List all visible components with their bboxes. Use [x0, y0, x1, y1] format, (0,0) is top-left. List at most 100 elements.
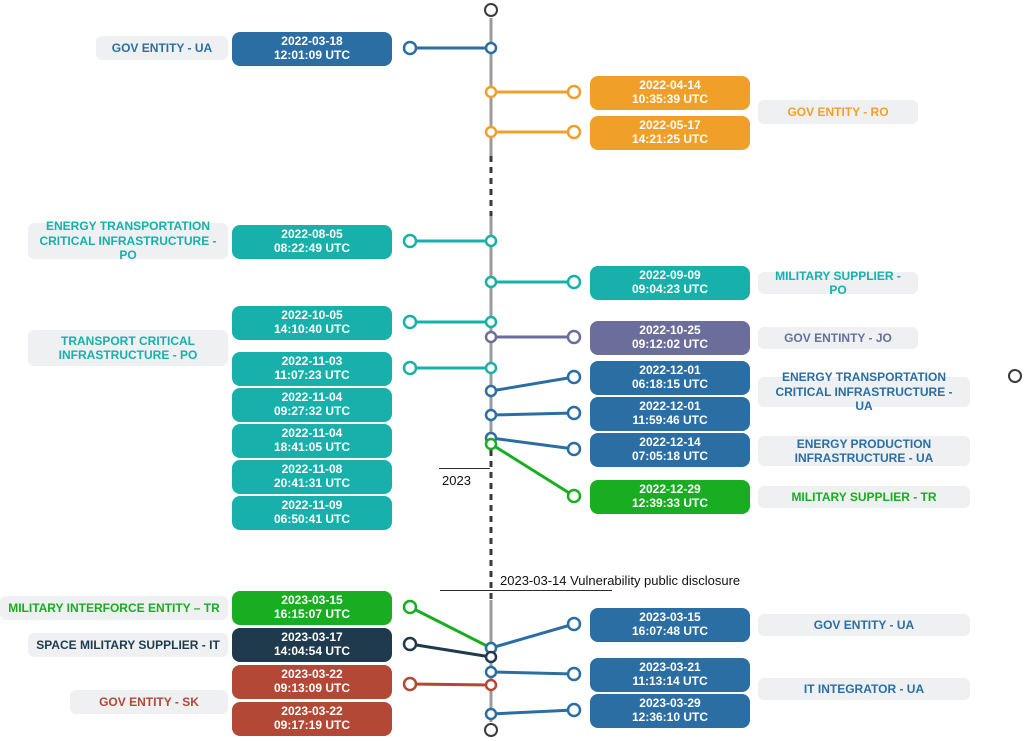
- entity-label-text: MILITARY SUPPLIER - PO: [766, 269, 910, 298]
- event-date: 2022-11-04: [282, 427, 343, 441]
- event-date: 2022-11-08: [282, 463, 343, 477]
- event-date: 2023-03-21: [639, 661, 700, 675]
- event-date: 2022-09-09: [639, 269, 700, 283]
- annotation-text: 2023-03-14 Vulnerability public disclosu…: [500, 573, 740, 588]
- event-date-box: 2023-03-2209:17:19 UTC: [232, 702, 392, 736]
- event-date-box: 2022-12-0111:59:46 UTC: [590, 397, 750, 431]
- entity-label: GOV ENTITY - UA: [96, 36, 228, 60]
- event-time: 11:13:14 UTC: [632, 675, 707, 689]
- event-time: 14:21:25 UTC: [632, 133, 708, 147]
- entity-label: GOV ENTITY - SK: [70, 690, 228, 714]
- event-date-box: 2022-11-0311:07:23 UTC: [232, 352, 392, 386]
- entity-label: MILITARY INTERFORCE ENTITY – TR: [0, 596, 228, 620]
- event-date: 2023-03-15: [281, 594, 342, 608]
- event-date-box: 2022-03-1812:01:09 UTC: [232, 32, 392, 66]
- event-date-box: 2022-05-1714:21:25 UTC: [590, 116, 750, 150]
- event-date: 2022-11-04: [282, 391, 343, 405]
- event-date-box: 2022-08-0508:22:49 UTC: [232, 225, 392, 259]
- event-date: 2022-11-03: [282, 355, 343, 369]
- entity-label-text: ENERGY PRODUCTIONINFRASTRUCTURE - UA: [795, 437, 934, 466]
- entity-label: ENERGY TRANSPORTATIONCRITICAL INFRASTRUC…: [28, 223, 228, 259]
- entity-label-text: ENERGY TRANSPORTATIONCRITICAL INFRASTRUC…: [36, 219, 220, 262]
- event-date: 2022-05-17: [639, 119, 700, 133]
- event-date: 2022-12-01: [639, 400, 700, 414]
- event-time: 16:15:07 UTC: [274, 608, 350, 622]
- event-date-box: 2023-03-2209:13:09 UTC: [232, 665, 392, 699]
- entity-label-text: TRANSPORT CRITICALINFRASTRUCTURE - PO: [59, 334, 198, 363]
- entity-label: IT INTEGRATOR - UA: [758, 678, 970, 700]
- event-date: 2022-12-01: [639, 364, 700, 378]
- event-date: 2023-03-22: [281, 705, 342, 719]
- event-date-box: 2022-04-1410:35:39 UTC: [590, 76, 750, 110]
- event-time: 14:04:54 UTC: [274, 645, 350, 659]
- entity-label: TRANSPORT CRITICALINFRASTRUCTURE - PO: [28, 330, 228, 366]
- event-date: 2023-03-17: [281, 631, 342, 645]
- event-date: 2022-10-05: [281, 309, 342, 323]
- event-time: 09:17:19 UTC: [274, 719, 350, 733]
- event-time: 20:41:31 UTC: [274, 477, 350, 491]
- event-time: 16:07:48 UTC: [632, 625, 708, 639]
- entity-label: GOV ENTINTY - JO: [758, 327, 918, 349]
- annotation-line: [440, 590, 612, 591]
- entity-label: GOV ENTITY - UA: [758, 614, 970, 636]
- event-time: 12:36:10 UTC: [632, 711, 708, 725]
- annotation-line: [439, 468, 490, 469]
- event-time: 07:05:18 UTC: [632, 450, 708, 464]
- event-time: 14:10:40 UTC: [274, 323, 350, 337]
- event-time: 06:18:15 UTC: [632, 378, 708, 392]
- event-date-box: 2022-09-0909:04:23 UTC: [590, 266, 750, 300]
- event-date: 2022-12-29: [639, 483, 700, 497]
- entity-label: MILITARY SUPPLIER - PO: [758, 272, 918, 294]
- event-date: 2022-04-14: [639, 79, 700, 93]
- event-date-box: 2023-03-2111:13:14 UTC: [590, 658, 750, 692]
- event-date-box: 2022-11-0409:27:32 UTC: [232, 388, 392, 422]
- entity-label-text: GOV ENTINTY - JO: [784, 331, 892, 345]
- entity-label-text: GOV ENTITY - UA: [112, 41, 212, 55]
- entity-label: ENERGY TRANSPORTATIONCRITICAL INFRASTRUC…: [758, 377, 970, 407]
- event-date: 2022-10-25: [639, 324, 700, 338]
- event-time: 10:35:39 UTC: [632, 93, 708, 107]
- event-time: 09:13:09 UTC: [274, 682, 350, 696]
- entity-label: MILITARY SUPPLIER - TR: [758, 486, 970, 508]
- event-date-box: 2022-11-0820:41:31 UTC: [232, 460, 392, 494]
- event-time: 11:07:23 UTC: [274, 369, 349, 383]
- entity-label-text: IT INTEGRATOR - UA: [804, 682, 924, 696]
- timeline-stage: 2022-03-1812:01:09 UTC 2022-04-1410:35:39…: [0, 0, 1027, 741]
- event-date: 2023-03-29: [639, 697, 700, 711]
- event-date: 2023-03-22: [281, 668, 342, 682]
- event-date-box: 2023-03-1714:04:54 UTC: [232, 628, 392, 662]
- event-time: 12:01:09 UTC: [274, 49, 350, 63]
- entity-label: ENERGY PRODUCTIONINFRASTRUCTURE - UA: [758, 436, 970, 466]
- entity-label-text: MILITARY SUPPLIER - TR: [791, 490, 936, 504]
- event-time: 18:41:05 UTC: [274, 441, 350, 455]
- event-date-box: 2022-11-0906:50:41 UTC: [232, 496, 392, 530]
- entity-label: SPACE MILITARY SUPPLIER - IT: [28, 633, 228, 657]
- event-date-box: 2022-12-2912:39:33 UTC: [590, 480, 750, 514]
- event-date-box: 2023-03-2912:36:10 UTC: [590, 694, 750, 728]
- event-time: 12:39:33 UTC: [632, 497, 708, 511]
- event-time: 06:50:41 UTC: [274, 513, 350, 527]
- event-date-box: 2022-12-1407:05:18 UTC: [590, 433, 750, 467]
- event-time: 08:22:49 UTC: [274, 242, 350, 256]
- event-date: 2022-12-14: [639, 436, 700, 450]
- entity-label-text: GOV ENTITY - SK: [99, 695, 199, 709]
- entity-label-text: MILITARY INTERFORCE ENTITY – TR: [8, 601, 220, 615]
- event-time: 09:27:32 UTC: [274, 405, 350, 419]
- event-date-box: 2022-10-0514:10:40 UTC: [232, 306, 392, 340]
- event-date-box: 2022-10-2509:12:02 UTC: [590, 321, 750, 355]
- entity-label-text: SPACE MILITARY SUPPLIER - IT: [36, 638, 220, 652]
- event-time: 09:12:02 UTC: [632, 338, 708, 352]
- annotation-text: 2023: [442, 473, 471, 488]
- event-time: 11:59:46 UTC: [632, 414, 707, 428]
- entity-label-text: ENERGY TRANSPORTATIONCRITICAL INFRASTRUC…: [766, 370, 962, 413]
- event-time: 09:04:23 UTC: [632, 283, 708, 297]
- event-date-box: 2022-12-0106:18:15 UTC: [590, 361, 750, 395]
- event-date-box: 2023-03-1516:07:48 UTC: [590, 608, 750, 642]
- entity-label: GOV ENTITY - RO: [758, 100, 918, 124]
- entity-label-text: GOV ENTITY - UA: [814, 618, 914, 632]
- event-date: 2022-08-05: [281, 228, 342, 242]
- entity-label-text: GOV ENTITY - RO: [787, 105, 888, 119]
- event-date-box: 2022-11-0418:41:05 UTC: [232, 424, 392, 458]
- event-date: 2022-03-18: [281, 35, 342, 49]
- event-date-box: 2023-03-1516:15:07 UTC: [232, 591, 392, 625]
